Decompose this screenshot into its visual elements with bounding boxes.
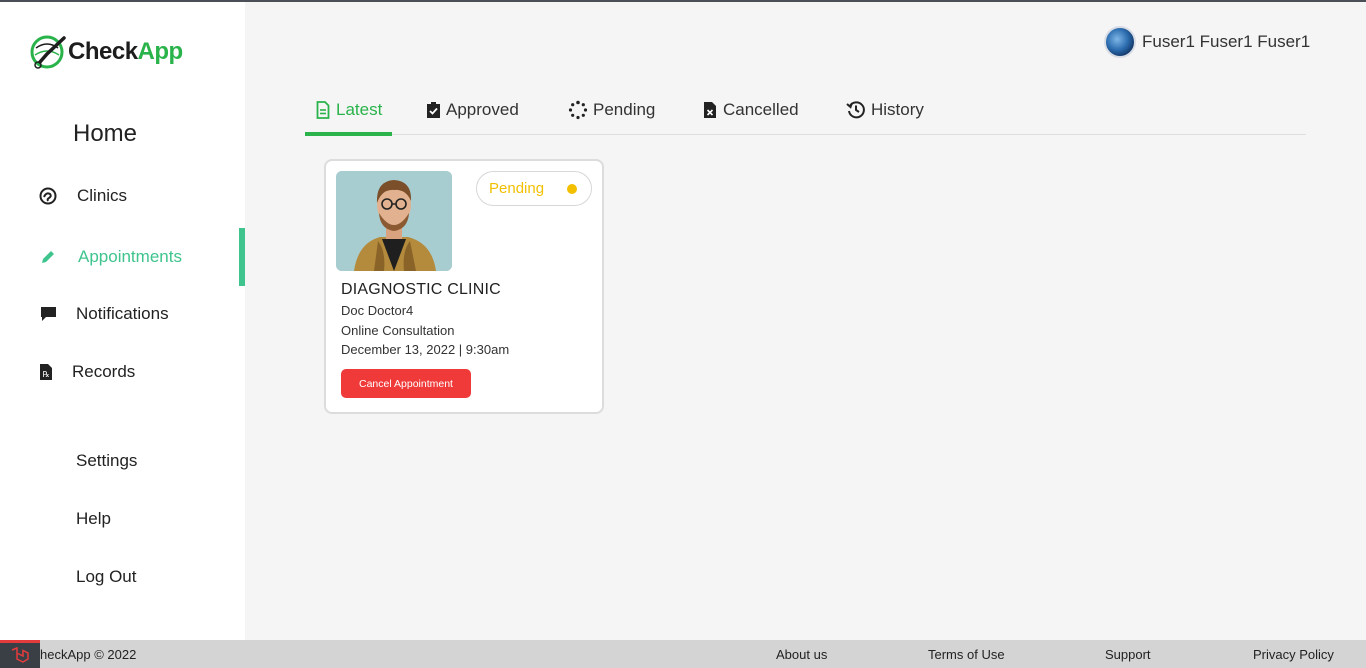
consultation-type: Online Consultation <box>341 323 455 338</box>
tab-pending[interactable]: Pending <box>568 88 655 135</box>
tab-label: Latest <box>336 99 383 119</box>
logo-text-check: Check <box>68 38 138 65</box>
settings-link[interactable]: Settings <box>76 451 137 471</box>
active-indicator <box>239 228 245 286</box>
sidebar-item-records[interactable]: ℞ Records <box>0 343 245 401</box>
copyright-text: heckApp © 2022 <box>40 647 137 662</box>
tab-label: History <box>871 99 924 119</box>
status-label: Pending <box>489 180 545 197</box>
laravel-icon[interactable] <box>0 640 40 668</box>
footer-link-terms[interactable]: Terms of Use <box>928 647 1005 662</box>
doctor-name: Doc Doctor4 <box>341 303 414 318</box>
help-link[interactable]: Help <box>76 509 111 529</box>
sidebar-item-appointments[interactable]: Appointments <box>0 228 245 286</box>
footer: heckApp © 2022 About us Terms of Use Sup… <box>0 640 1366 668</box>
appointment-tabs: Latest Approved Pending Cancelled Histor… <box>305 88 1306 136</box>
footer-link-about[interactable]: About us <box>776 647 827 662</box>
tab-approved[interactable]: Approved <box>425 88 519 135</box>
clinic-name: DIAGNOSTIC CLINIC <box>341 281 501 298</box>
document-icon <box>315 100 331 119</box>
appointment-card: Pending DIAGNOSTIC CLINIC Doc Doctor4 On… <box>324 159 604 414</box>
sidebar-item-label: Records <box>72 362 136 381</box>
sidebar-item-label: Notifications <box>76 304 169 323</box>
status-dot <box>567 184 577 194</box>
file-x-icon <box>702 101 718 119</box>
clinic-icon <box>38 186 58 206</box>
sidebar-item-clinics[interactable]: Clinics <box>0 167 245 225</box>
tab-label: Pending <box>593 99 656 119</box>
cancel-appointment-button[interactable]: Cancel Appointment <box>341 369 471 398</box>
sidebar-item-notifications[interactable]: Notifications <box>0 285 245 343</box>
status-badge: Pending <box>476 171 592 206</box>
appointment-datetime: December 13, 2022 | 9:30am <box>341 342 510 357</box>
clipboard-check-icon <box>425 101 441 119</box>
tab-label: Cancelled <box>723 99 799 119</box>
logo-text-app: App <box>137 38 184 65</box>
app-logo[interactable]: CheckApp <box>30 32 183 72</box>
spinner-icon <box>568 100 588 119</box>
sidebar: CheckApp Home Clinics Appointments Notif… <box>0 2 245 640</box>
pencil-icon <box>38 247 58 267</box>
home-link[interactable]: Home <box>73 120 137 148</box>
chat-icon <box>38 304 58 324</box>
doctor-photo <box>336 171 452 271</box>
tab-label: Approved <box>446 99 519 119</box>
tab-latest[interactable]: Latest <box>305 88 392 136</box>
sidebar-item-label: Appointments <box>78 247 182 266</box>
history-icon <box>846 100 866 119</box>
logo-mark-icon <box>30 32 70 72</box>
tab-cancelled[interactable]: Cancelled <box>702 88 799 135</box>
footer-link-support[interactable]: Support <box>1105 647 1151 662</box>
user-name: Fuser1 Fuser1 Fuser1 <box>1142 32 1311 51</box>
logout-link[interactable]: Log Out <box>76 567 137 587</box>
tab-history[interactable]: History <box>846 88 924 135</box>
svg-text:℞: ℞ <box>43 370 50 379</box>
avatar <box>1104 26 1136 58</box>
user-menu[interactable]: Fuser1 Fuser1 Fuser1 <box>1104 26 1310 58</box>
footer-link-privacy[interactable]: Privacy Policy <box>1253 647 1334 662</box>
sidebar-item-label: Clinics <box>77 186 128 205</box>
prescription-file-icon: ℞ <box>36 362 56 382</box>
